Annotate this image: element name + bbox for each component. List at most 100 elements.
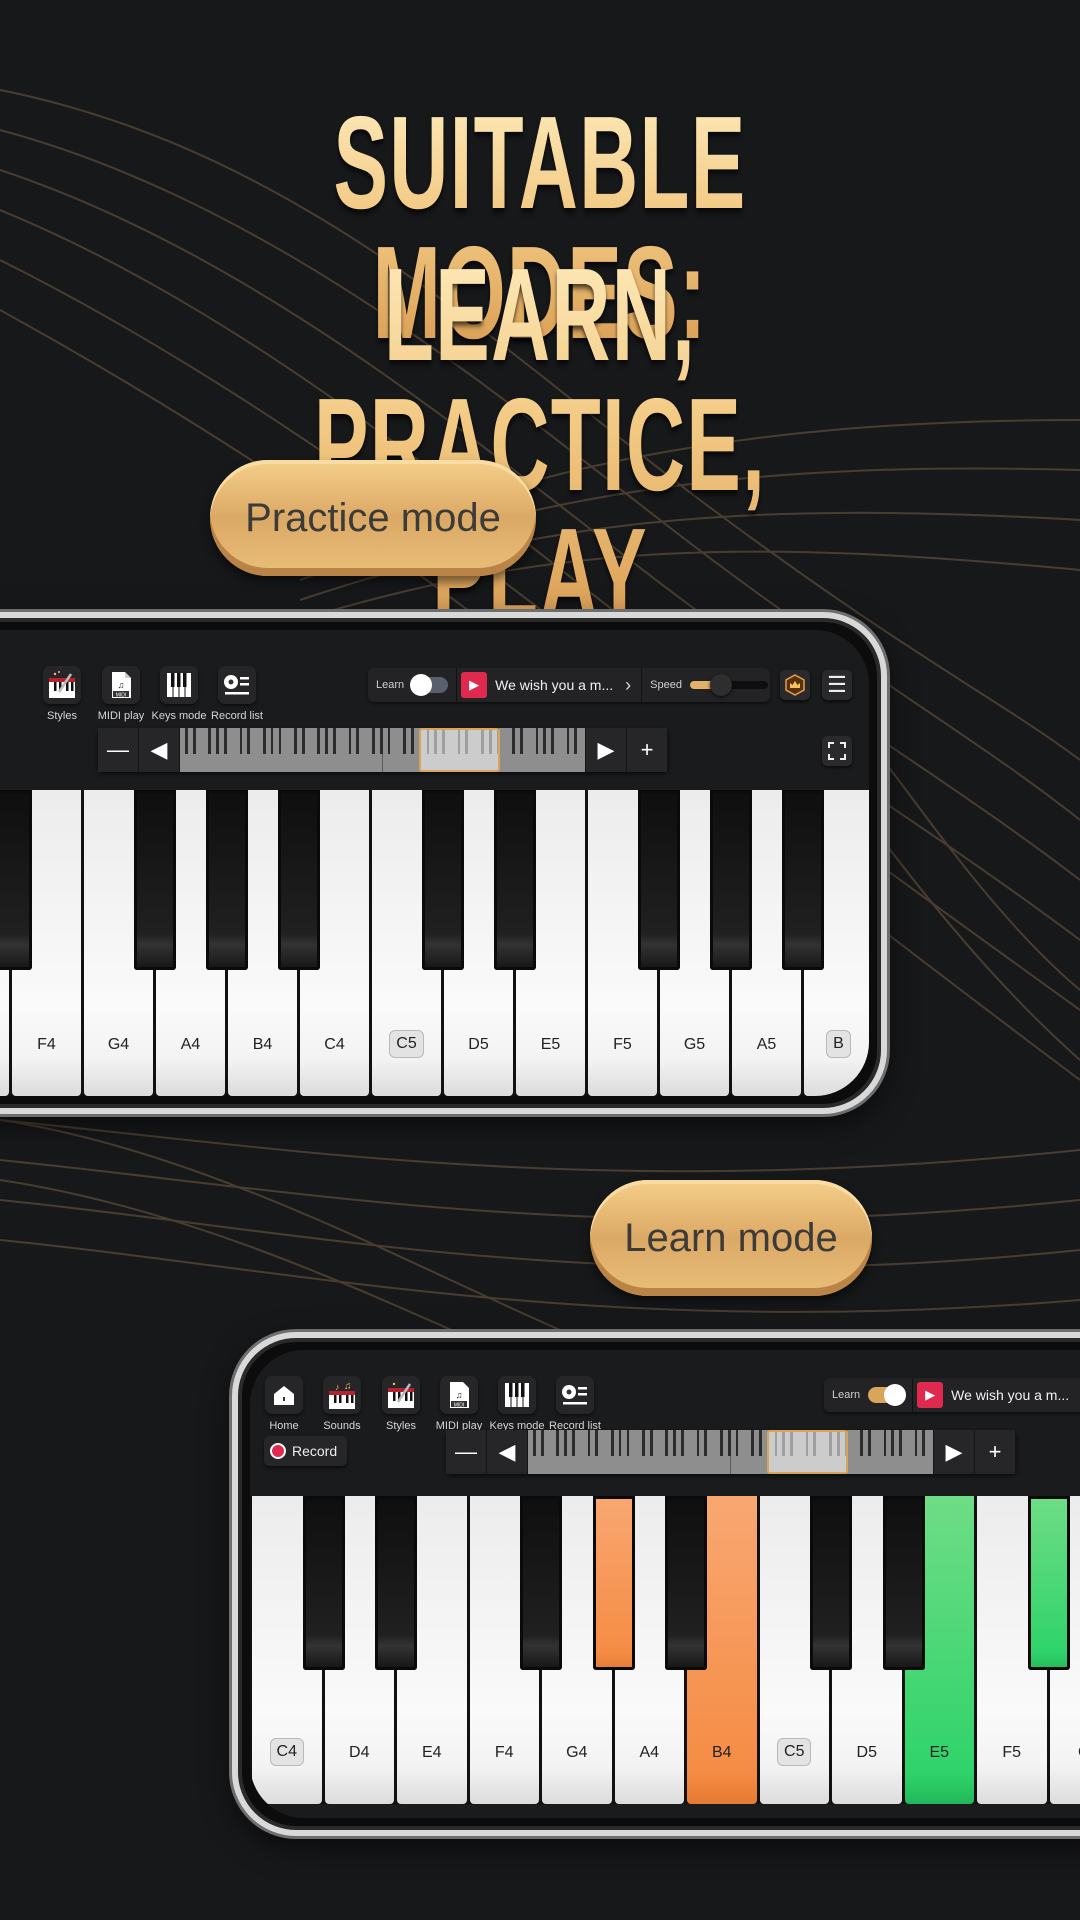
key-label: C4 <box>269 1738 304 1766</box>
learn-screen: Home ♪ ♫ Sounds Styles ♫ MIDI MIDI play Ke… <box>250 1350 1080 1818</box>
premium-crown-button[interactable] <box>780 670 810 700</box>
toolbar-label: MIDI play <box>97 710 145 722</box>
black-key[interactable] <box>302 1496 345 1670</box>
scroll-right-button[interactable]: ▶ <box>585 728 627 772</box>
record-button[interactable]: Record <box>264 1436 348 1466</box>
triangle-right-icon: ▶ <box>597 737 615 762</box>
play-song-button[interactable]: ▶ <box>461 672 488 698</box>
key-label: E4 <box>421 1744 442 1761</box>
svg-text:♫: ♫ <box>456 1390 463 1400</box>
speed-slider[interactable] <box>689 674 768 696</box>
toolbar-label: Styles <box>386 1420 416 1432</box>
black-key[interactable] <box>782 790 824 970</box>
black-key[interactable] <box>494 790 536 970</box>
key-label: B4 <box>711 1744 732 1761</box>
key-label: C5 <box>389 1030 424 1058</box>
triangle-right-icon: ▶ <box>945 1439 963 1464</box>
chevron-right-icon[interactable]: › <box>625 675 631 696</box>
key-label: B <box>826 1030 851 1058</box>
plus-icon: + <box>640 737 654 762</box>
keyboard-navigator: — ◀ ▶ + <box>446 1430 1016 1474</box>
black-key[interactable] <box>592 1496 635 1670</box>
key-label: C5 <box>777 1738 812 1766</box>
keys-icon <box>160 666 198 704</box>
song-title[interactable]: We wish you a m... <box>951 1387 1069 1403</box>
song-control-bar: Learn ▶ We wish you a m... › Speed <box>368 668 770 702</box>
menu-button[interactable]: ☰ <box>822 670 852 700</box>
toolbar-label: Keys mode <box>151 710 207 722</box>
black-key[interactable] <box>665 1496 707 1670</box>
key-label: G4 <box>107 1036 130 1053</box>
speed-slider-handle[interactable] <box>710 674 733 696</box>
key-label: F5 <box>613 1036 632 1053</box>
song-control-bar: Learn ▶ We wish you a m... <box>824 1378 1080 1412</box>
keys-icon <box>498 1376 536 1414</box>
headline-line-2: LEARN, PRACTICE, PLAY <box>205 249 875 641</box>
key-label: D5 <box>856 1744 877 1761</box>
black-key[interactable] <box>375 1496 417 1670</box>
svg-text:♫: ♫ <box>344 1381 352 1392</box>
zoom-in-button[interactable]: + <box>627 728 668 772</box>
key-label: G4 <box>566 1744 588 1761</box>
minus-icon: — <box>455 1439 477 1464</box>
piano-keyboard: F4 G4 A4 B4 C4 C5 D5 E5 F5 G5 A5 B <box>0 790 869 1096</box>
zoom-in-button[interactable]: + <box>975 1430 1016 1474</box>
key-label: A4 <box>639 1744 660 1761</box>
triangle-left-icon: ◀ <box>150 737 168 762</box>
key-label: E5 <box>540 1036 561 1053</box>
practice-mode-badge: Practice mode <box>210 460 536 576</box>
play-song-button[interactable]: ▶ <box>917 1382 944 1408</box>
key-label: F5 <box>1002 1744 1022 1761</box>
learn-mode-phone: Home ♪ ♫ Sounds Styles ♫ MIDI MIDI play Ke… <box>232 1332 1080 1836</box>
learn-label: Learn <box>832 1389 861 1401</box>
black-key[interactable] <box>0 790 32 970</box>
black-key[interactable] <box>520 1496 562 1670</box>
record-label: Record <box>292 1443 338 1459</box>
mini-keyboard-scrollbar[interactable] <box>528 1430 933 1474</box>
key-label: C4 <box>324 1036 345 1053</box>
fullscreen-icon <box>828 742 846 760</box>
black-key[interactable] <box>1027 1496 1070 1670</box>
zoom-out-button[interactable]: — <box>446 1430 487 1474</box>
song-title[interactable]: We wish you a m... <box>495 677 613 693</box>
learn-toggle[interactable] <box>410 674 449 696</box>
piano-wand-icon <box>43 666 81 704</box>
plus-icon: + <box>988 1439 1002 1464</box>
black-key[interactable] <box>422 790 464 970</box>
scroll-left-button[interactable]: ◀ <box>487 1430 528 1474</box>
record-list-icon <box>556 1376 594 1414</box>
record-icon <box>270 1443 286 1459</box>
svg-text:MIDI: MIDI <box>454 1403 465 1409</box>
learn-toggle[interactable] <box>868 1384 907 1406</box>
key-label: E5 <box>929 1744 950 1761</box>
visible-range-window[interactable] <box>766 1430 848 1474</box>
toolbar-record-list[interactable]: Record list <box>540 1376 610 1432</box>
black-key[interactable] <box>134 790 176 970</box>
piano-notes-icon: ♪ ♫ <box>323 1376 361 1414</box>
toolbar-record-list[interactable]: Record list <box>202 666 272 722</box>
black-key[interactable] <box>882 1496 925 1670</box>
scroll-right-button[interactable]: ▶ <box>933 1430 975 1474</box>
fullscreen-button[interactable] <box>822 736 852 766</box>
black-key[interactable] <box>206 790 248 970</box>
play-icon: ▶ <box>469 677 480 692</box>
visible-range-window[interactable] <box>418 728 500 772</box>
mini-keyboard-scrollbar[interactable] <box>180 728 585 772</box>
black-key[interactable] <box>278 790 320 970</box>
midi-file-icon: ♫ MIDI <box>102 666 140 704</box>
zoom-out-button[interactable]: — <box>98 728 139 772</box>
piano-keyboard: C4 D4 E4 F4 G4 A4 B4 C5 D5 E5 F5 G <box>250 1496 1080 1804</box>
crown-icon <box>785 674 805 696</box>
black-key[interactable] <box>810 1496 852 1670</box>
minus-icon: — <box>107 737 129 762</box>
play-icon: ▶ <box>925 1387 936 1402</box>
black-key[interactable] <box>710 790 752 970</box>
home-icon <box>265 1376 303 1414</box>
key-label: G <box>1072 1740 1080 1766</box>
triangle-left-icon: ◀ <box>498 1439 516 1464</box>
midi-file-icon: ♫ MIDI <box>440 1376 478 1414</box>
black-key[interactable] <box>638 790 680 970</box>
toolbar-label: Styles <box>47 710 77 722</box>
scroll-left-button[interactable]: ◀ <box>139 728 180 772</box>
svg-text:♪: ♪ <box>335 1382 340 1392</box>
